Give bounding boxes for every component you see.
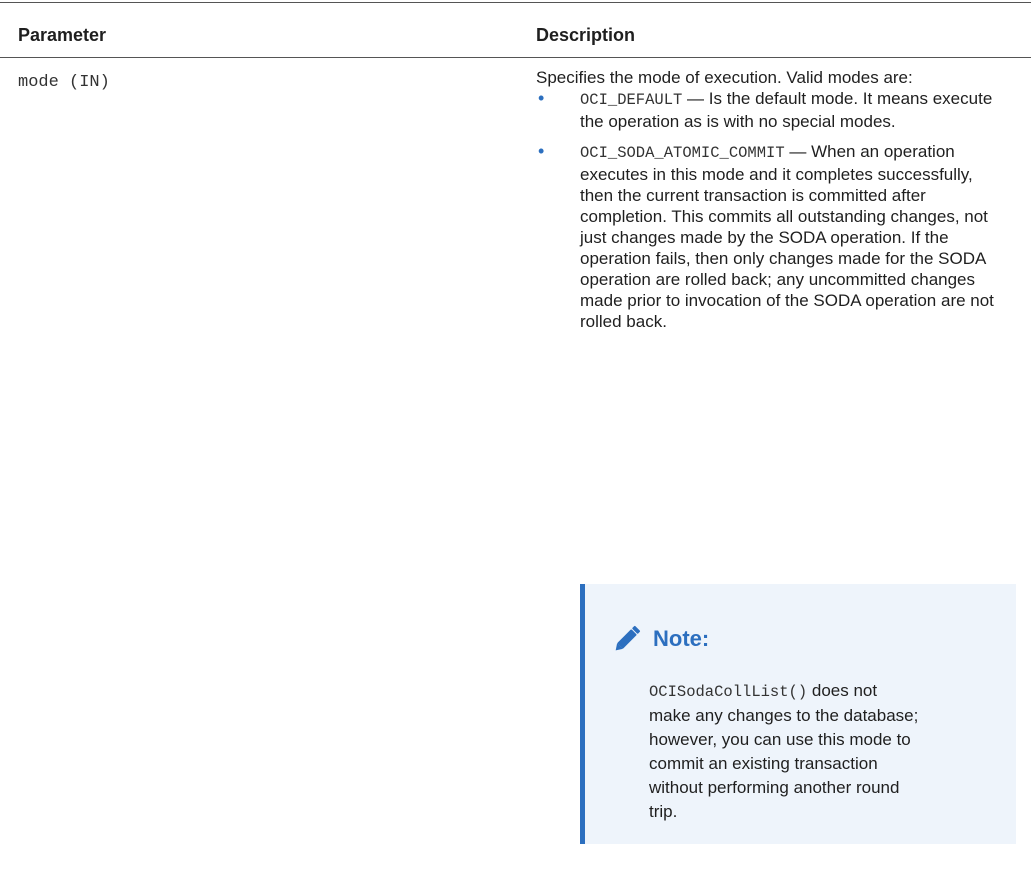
bullet-icon: • bbox=[538, 88, 545, 108]
list-item: • OCI_DEFAULT — Is the default mode. It … bbox=[536, 88, 1000, 132]
table-header-rule bbox=[0, 57, 1031, 58]
note-code: OCISodaCollList() bbox=[649, 683, 808, 701]
mode-code: OCI_DEFAULT bbox=[580, 91, 683, 109]
mode-list: • OCI_DEFAULT — Is the default mode. It … bbox=[536, 88, 1016, 332]
mode-description: — When an operation executes in this mod… bbox=[580, 142, 994, 331]
note-title: Note: bbox=[653, 626, 710, 651]
bullet-icon: • bbox=[538, 141, 545, 161]
table-header-row: Parameter Description bbox=[0, 3, 1031, 57]
parameter-cell: mode (IN) bbox=[18, 73, 110, 92]
note-header: Note: bbox=[611, 624, 709, 654]
pencil-icon bbox=[611, 624, 643, 654]
description-intro: Specifies the mode of execution. Valid m… bbox=[536, 68, 913, 87]
list-item: • OCI_SODA_ATOMIC_COMMIT — When an opera… bbox=[536, 141, 1000, 332]
note-callout: Note: OCISodaCollList() does not make an… bbox=[580, 584, 1016, 844]
note-text: does not make any changes to the databas… bbox=[649, 681, 919, 821]
mode-code: OCI_SODA_ATOMIC_COMMIT bbox=[580, 144, 785, 162]
header-parameter: Parameter bbox=[18, 25, 107, 45]
note-body: OCISodaCollList() does not make any chan… bbox=[649, 679, 919, 824]
description-cell: Specifies the mode of execution. Valid m… bbox=[536, 67, 1016, 332]
header-description: Description bbox=[536, 25, 636, 45]
